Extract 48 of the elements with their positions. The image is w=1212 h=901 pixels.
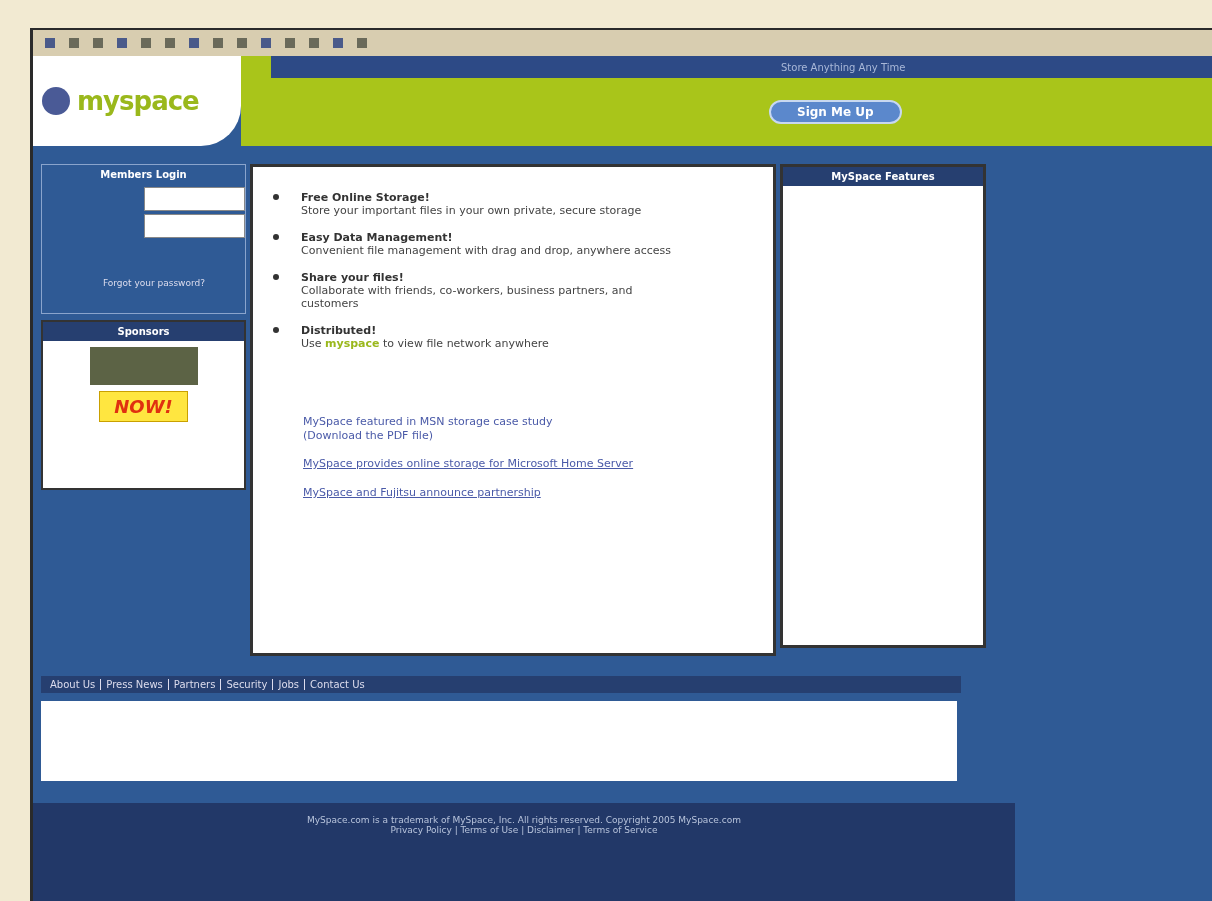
feature-title: Share your files! xyxy=(301,271,405,284)
footer-link[interactable]: Press News xyxy=(100,679,168,690)
news-link[interactable]: MySpace provides online storage for Microsoft Home Server xyxy=(303,457,634,470)
toolbar-icon[interactable] xyxy=(283,36,297,50)
toolbar-icon[interactable] xyxy=(211,36,225,50)
toolbar-icon[interactable] xyxy=(235,36,249,50)
toolbar-icon[interactable] xyxy=(139,36,153,50)
toolbar-icon[interactable] xyxy=(307,36,321,50)
feature-text: Use myspace to view file network anywhere xyxy=(301,337,550,350)
toolbar-icon[interactable] xyxy=(187,36,201,50)
panel-title: MySpace Features xyxy=(783,167,983,186)
now-badge[interactable]: NOW! xyxy=(99,391,188,422)
password-field[interactable] xyxy=(144,214,245,238)
tagline: Store Anything Any Time xyxy=(781,61,906,73)
toolbar-icon[interactable] xyxy=(43,36,57,50)
toolbar-icon[interactable] xyxy=(331,36,345,50)
footer-link[interactable]: Security xyxy=(220,679,273,690)
news-link[interactable]: MySpace featured in MSN storage case study xyxy=(303,415,553,428)
footer-link[interactable]: Jobs xyxy=(272,679,305,690)
news-link[interactable]: MySpace and Fujitsu announce partnership xyxy=(303,486,541,499)
panel-title: Sponsors xyxy=(43,322,244,341)
toolbar-icon[interactable] xyxy=(67,36,81,50)
footer-link[interactable]: Partners xyxy=(167,679,221,690)
copyright-text: Privacy Policy | Terms of Use | Disclaimer | Terms of Service xyxy=(390,825,658,835)
bullet-icon xyxy=(273,194,279,200)
toolbar-icon[interactable] xyxy=(91,36,105,50)
feature-text: Store your important files in your own private, secure storage xyxy=(301,204,643,217)
bullet-icon xyxy=(273,274,279,280)
sign-up-button[interactable]: Sign Me Up xyxy=(769,100,902,124)
feature-title: Free Online Storage! xyxy=(301,191,431,204)
forgot-password-link[interactable]: Forgot your password? xyxy=(102,278,205,288)
toolbar-icon[interactable] xyxy=(259,36,273,50)
footer-link[interactable]: About Us xyxy=(45,679,101,690)
toolbar-icon[interactable] xyxy=(115,36,129,50)
toolbar-icon[interactable] xyxy=(163,36,177,50)
footer-link[interactable]: Contact Us xyxy=(304,679,370,690)
bullet-icon xyxy=(273,234,279,240)
username-field[interactable] xyxy=(144,187,245,211)
bullet-icon xyxy=(273,327,279,333)
feature-title: Distributed! xyxy=(301,324,378,337)
toolbar-icon[interactable] xyxy=(355,36,369,50)
globe-icon xyxy=(41,86,71,116)
feature-text: Convenient file management with drag and drop, anywhere access xyxy=(301,244,672,257)
link-note: (Download the PDF file) xyxy=(303,429,434,442)
copyright-text: MySpace.com is a trademark of MySpace, Inc. All rights reserved. Copyright 2005 MySpace.com xyxy=(307,815,741,825)
panel-title: Members Login xyxy=(99,168,188,182)
feature-text: Collaborate with friends, co-workers, business partners, and customers xyxy=(301,284,634,310)
feature-title: Easy Data Management! xyxy=(301,231,454,244)
